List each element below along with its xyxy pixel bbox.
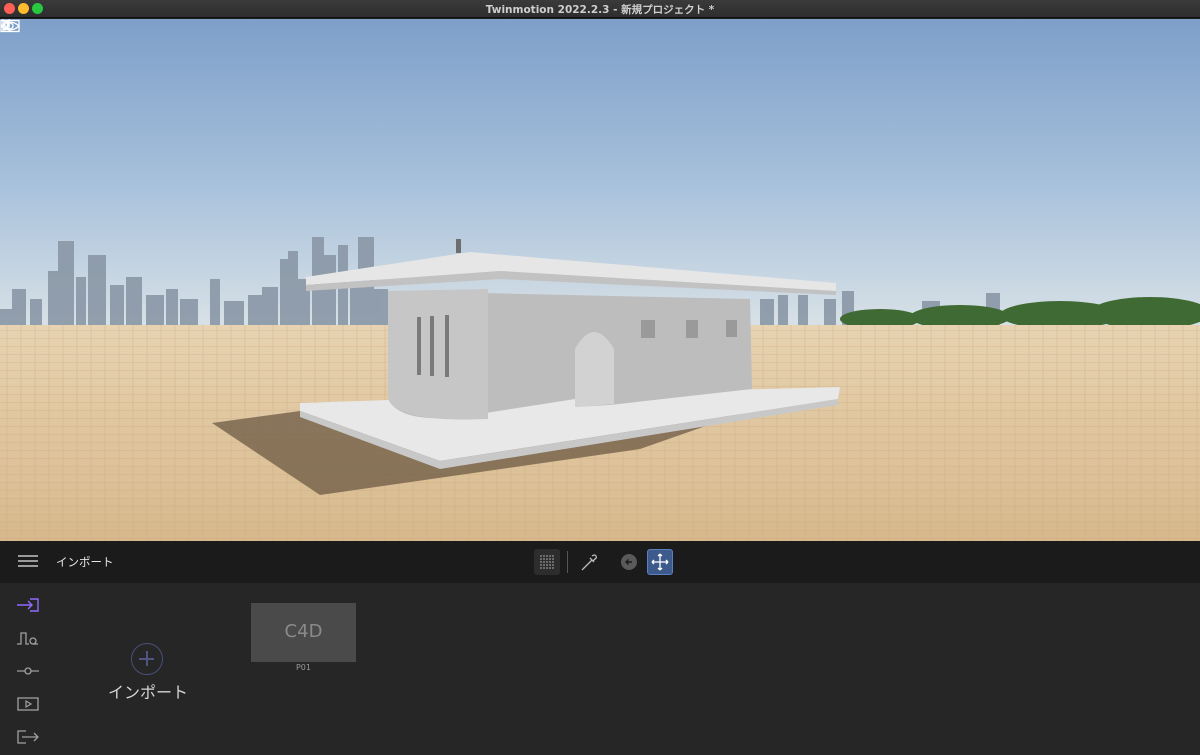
import-add-label: インポート — [107, 683, 188, 702]
import-panel: インポート C4D P01 — [0, 583, 1200, 755]
menu-hamburger-icon[interactable] — [18, 555, 38, 569]
path-icon[interactable] — [16, 630, 40, 646]
toolbar-title: インポート — [56, 555, 114, 569]
back-button[interactable] — [621, 554, 637, 570]
imported-model-thumbnail[interactable]: C4D — [251, 603, 356, 662]
grid-dots-icon — [540, 555, 554, 569]
eyedropper-icon — [581, 554, 597, 571]
3d-viewport[interactable] — [0, 19, 1200, 541]
model-format-label: C4D — [284, 621, 323, 642]
title-bar: Twinmotion 2022.2.3 - 新規プロジェクト * — [0, 0, 1200, 18]
export-icon[interactable] — [16, 729, 40, 745]
scene-render — [0, 19, 1200, 541]
window-title: Twinmotion 2022.2.3 - 新規プロジェクト * — [485, 4, 715, 16]
slider-icon[interactable] — [16, 663, 40, 679]
media-icon[interactable] — [16, 696, 40, 712]
grid-tool-button[interactable] — [534, 549, 560, 575]
move-tool-button[interactable] — [647, 549, 673, 575]
import-icon[interactable] — [16, 597, 40, 613]
plus-circle-icon — [131, 643, 163, 675]
dock-toolbar: インポート — [0, 541, 1200, 583]
back-arrow-icon — [625, 559, 632, 565]
toolbar-separator — [567, 551, 568, 573]
move-arrows-icon — [651, 553, 669, 571]
right-panel-toggle-icon[interactable] — [0, 19, 12, 31]
picker-tool-button[interactable] — [576, 549, 602, 575]
imported-model-name: P01 — [295, 663, 311, 672]
import-add-button[interactable]: インポート — [104, 643, 192, 703]
